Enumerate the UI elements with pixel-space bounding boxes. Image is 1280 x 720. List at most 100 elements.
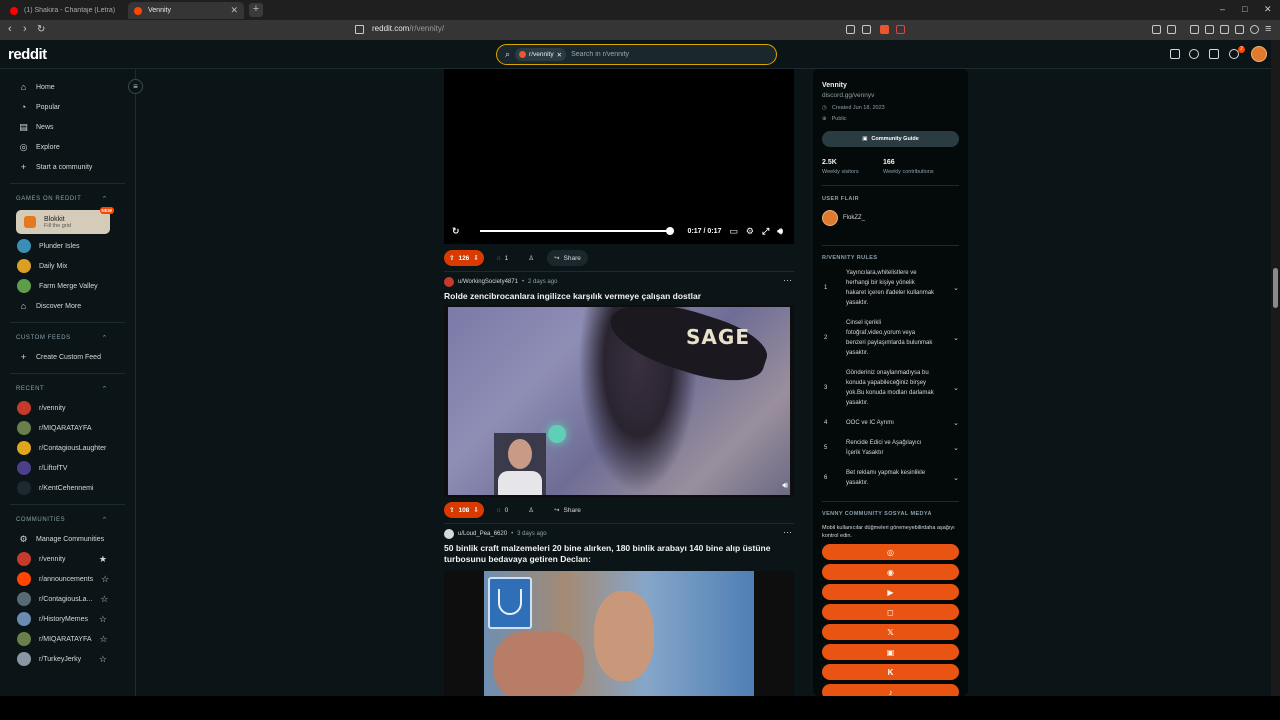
- reload-icon[interactable]: ↻: [37, 24, 45, 35]
- website-link-button[interactable]: ◎: [822, 544, 959, 560]
- nav-popular[interactable]: ◔ Popular: [0, 97, 135, 117]
- nav-home[interactable]: ⌂ Home: [0, 77, 135, 97]
- page-scrollbar[interactable]: [1271, 40, 1280, 696]
- rule-item[interactable]: 5 Rencide Edici ve Aşağılayıcı İçerik Yas…: [822, 438, 959, 458]
- upvote-icon[interactable]: ⇧: [449, 506, 454, 514]
- recent-header[interactable]: RECENT ⌃: [0, 380, 135, 398]
- nav-community-miqaratayfa[interactable]: r/MIQARATAYFA ☆: [0, 629, 135, 649]
- rule-item[interactable]: 2 Cinsel içerikli fotoğraf,video,yorum ve…: [822, 318, 959, 358]
- nav-news[interactable]: ▤ News: [0, 117, 135, 137]
- forward-icon[interactable]: ›: [23, 24, 27, 35]
- star-outline-icon[interactable]: ☆: [100, 594, 108, 605]
- x-link-button[interactable]: 𝕏: [822, 624, 959, 640]
- more-options-icon[interactable]: ···: [783, 527, 792, 537]
- nav-community-turkeyjerky[interactable]: r/TurkeyJerky ☆: [0, 649, 135, 669]
- fullscreen-icon[interactable]: ⤢: [762, 226, 769, 237]
- nav-community-historymemes[interactable]: r/HistoryMemes ☆: [0, 609, 135, 629]
- browser-tab-active[interactable]: Vennity ✕: [128, 2, 244, 19]
- extension-icon[interactable]: [1220, 25, 1229, 34]
- url-field[interactable]: reddit.com/r/vennity/: [372, 24, 444, 33]
- close-tab-icon[interactable]: ✕: [230, 5, 238, 16]
- back-icon[interactable]: ‹: [8, 24, 12, 35]
- comments-button[interactable]: ◌ 1: [490, 250, 516, 266]
- nav-recent-liftoftv[interactable]: r/LiftofTV: [0, 458, 135, 478]
- search-input[interactable]: [571, 51, 752, 58]
- chevron-down-icon[interactable]: ⌄: [953, 284, 959, 292]
- nav-game-farm-merge[interactable]: Farm Merge Valley: [0, 276, 135, 296]
- rule-item[interactable]: 3 Gönderiniz onaylanmadıysa bu konuda yap…: [822, 368, 959, 408]
- share-button[interactable]: ↪ Share: [547, 250, 588, 266]
- chevron-down-icon[interactable]: ⌄: [953, 384, 959, 392]
- replay-icon[interactable]: ↻: [452, 226, 460, 237]
- twitch-link-button[interactable]: ▣: [822, 644, 959, 660]
- post-image[interactable]: [444, 571, 794, 696]
- post-title[interactable]: Rolde zencibrocanlara ingilizce karşılık…: [444, 291, 789, 302]
- install-app-icon[interactable]: [846, 25, 855, 34]
- star-outline-icon[interactable]: ☆: [101, 574, 109, 585]
- nav-community-contagious[interactable]: r/ContagiousLa... ☆: [0, 589, 135, 609]
- author-avatar[interactable]: [444, 277, 454, 287]
- kick-link-button[interactable]: K: [822, 664, 959, 680]
- custom-feeds-header[interactable]: CUSTOM FEEDS ⌃: [0, 329, 135, 347]
- downvote-icon[interactable]: ⇩: [473, 506, 478, 514]
- extension-icon[interactable]: [1152, 25, 1161, 34]
- author-avatar[interactable]: [444, 529, 454, 539]
- communities-header[interactable]: COMMUNITIES ⌃: [0, 511, 135, 529]
- chevron-down-icon[interactable]: ⌄: [953, 444, 959, 452]
- community-search-chip[interactable]: r/vennity ✕: [515, 48, 567, 61]
- nav-game-daily-mix[interactable]: Daily Mix: [0, 256, 135, 276]
- post-title[interactable]: 50 binlik craft malzemeleri 20 bine alır…: [444, 543, 789, 565]
- share-page-icon[interactable]: [862, 25, 871, 34]
- post-author[interactable]: u/Loud_Pea_6620: [458, 531, 507, 537]
- volume-icon[interactable]: 🔊︎: [777, 226, 783, 237]
- post-author[interactable]: u/WorkingSociety4871: [458, 279, 518, 285]
- chat-icon[interactable]: [1189, 49, 1199, 59]
- close-window-button[interactable]: ✕: [1264, 4, 1272, 15]
- rule-item[interactable]: 6 Bet reklamı yapmak kesinlikle yasaktır.…: [822, 468, 959, 488]
- nav-recent-kentcehennemi[interactable]: r/KentCehennemi: [0, 478, 135, 498]
- video-player[interactable]: ↻ 0:17 / 0:17 ▭ ⚙ ⤢ 🔊︎: [444, 69, 794, 244]
- nav-start-community[interactable]: + Start a community: [0, 157, 135, 177]
- brave-rewards-icon[interactable]: [896, 25, 905, 34]
- nav-community-announcements[interactable]: r/announcements ☆: [0, 569, 135, 589]
- reading-list-icon[interactable]: [1190, 25, 1199, 34]
- collapse-sidebar-button[interactable]: ≡: [128, 79, 143, 94]
- new-tab-button[interactable]: +: [249, 3, 263, 17]
- chevron-down-icon[interactable]: ⌄: [953, 419, 959, 427]
- more-options-icon[interactable]: ···: [783, 275, 792, 285]
- maximize-button[interactable]: □: [1242, 4, 1247, 14]
- award-button[interactable]: ♙: [521, 250, 541, 266]
- tiktok-link-button[interactable]: ♪: [822, 684, 959, 696]
- chevron-down-icon[interactable]: ⌄: [953, 474, 959, 482]
- nav-manage-communities[interactable]: ⚙ Manage Communities: [0, 529, 135, 549]
- wallet-icon[interactable]: [1235, 25, 1244, 34]
- rule-item[interactable]: 4 OOC ve IC Ayrımı ⌄: [822, 418, 959, 428]
- nav-create-custom-feed[interactable]: + Create Custom Feed: [0, 347, 135, 367]
- star-filled-icon[interactable]: ★: [99, 554, 107, 565]
- settings-icon[interactable]: ⚙: [746, 226, 754, 237]
- upvote-icon[interactable]: ⇧: [449, 254, 454, 262]
- volume-icon[interactable]: 🔊︎: [782, 480, 788, 491]
- star-outline-icon[interactable]: ☆: [100, 634, 108, 645]
- reddit-logo[interactable]: reddit: [8, 46, 47, 63]
- remove-chip-icon[interactable]: ✕: [557, 51, 562, 59]
- minimize-button[interactable]: –: [1220, 4, 1225, 14]
- user-avatar[interactable]: [1251, 46, 1267, 62]
- award-button[interactable]: ♙: [521, 502, 541, 518]
- nav-recent-miqaratayfa[interactable]: r/MIQARATAYFA: [0, 418, 135, 438]
- youtube-link-button[interactable]: ▶: [822, 584, 959, 600]
- instagram-link-button[interactable]: ◻: [822, 604, 959, 620]
- star-outline-icon[interactable]: ☆: [99, 614, 107, 625]
- menu-icon[interactable]: ≡: [1265, 24, 1271, 35]
- sidebar-toggle-icon[interactable]: [1205, 25, 1214, 34]
- extension-icon[interactable]: [1167, 25, 1176, 34]
- nav-recent-vennity[interactable]: r/vennity: [0, 398, 135, 418]
- create-post-icon[interactable]: [1209, 49, 1219, 59]
- community-link[interactable]: discord.gg/vennyv: [822, 92, 874, 99]
- comments-button[interactable]: ◌ 0: [490, 502, 516, 518]
- nav-game-plunder-isles[interactable]: Plunder Isles: [0, 236, 135, 256]
- discord-link-button[interactable]: ◉: [822, 564, 959, 580]
- share-button[interactable]: ↪ Share: [547, 502, 588, 518]
- community-guide-button[interactable]: ▣ Community Guide: [822, 131, 959, 147]
- rule-item[interactable]: 1 Yayıncılara,whitelistlere ve herhangi b…: [822, 268, 959, 308]
